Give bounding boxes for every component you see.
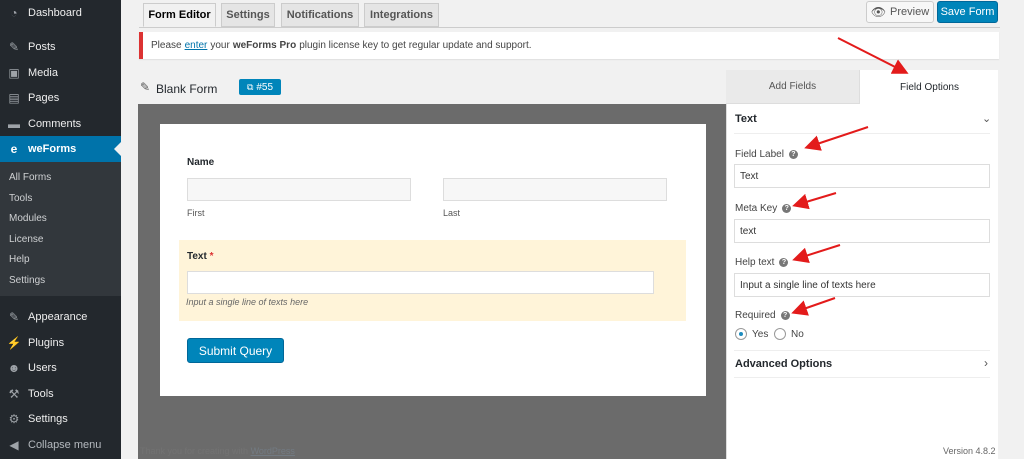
arrow-to-required bbox=[791, 297, 836, 316]
arrow-to-meta-key bbox=[792, 192, 837, 210]
arrow-to-field-options bbox=[837, 37, 909, 74]
annotation-arrows bbox=[791, 37, 909, 316]
arrow-to-help-text bbox=[792, 244, 841, 263]
arrow-to-field-label bbox=[804, 126, 869, 151]
